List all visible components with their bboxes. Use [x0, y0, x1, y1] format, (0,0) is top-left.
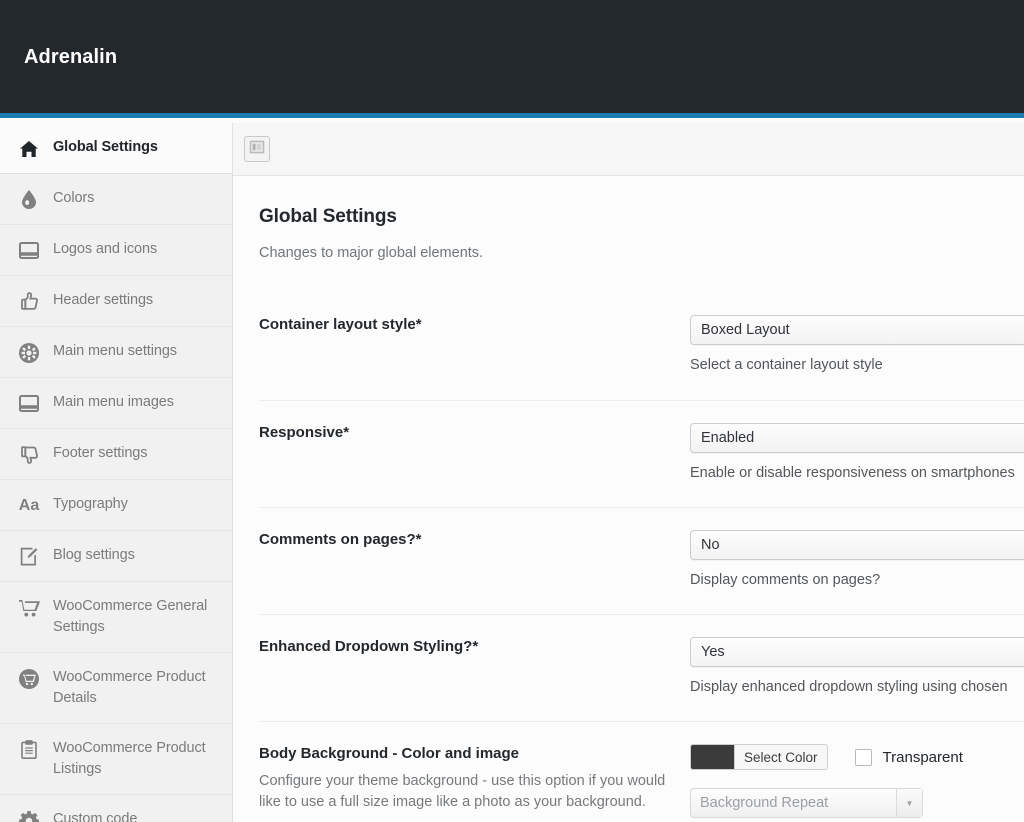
pencil-square-icon: [18, 546, 40, 567]
main-content: Global Settings Changes to major global …: [233, 123, 1024, 822]
field-control-cell: Yes Display enhanced dropdown styling us…: [690, 637, 1024, 697]
color-picker-row: Select Color Transparent: [690, 744, 1024, 770]
field-select[interactable]: Enabled: [690, 423, 1024, 453]
sidebar-item-label: WooCommerce Product Listings: [53, 740, 206, 777]
sidebar-item-woocommerce-general-settings[interactable]: WooCommerce General Settings: [0, 582, 232, 653]
field-label: Comments on pages?*: [259, 531, 422, 548]
field-control-cell: Select Color Transparent Background Repe…: [690, 744, 1024, 818]
sidebar-item-logos-and-icons[interactable]: Logos and icons: [0, 225, 232, 276]
field-label: Enhanced Dropdown Styling?*: [259, 638, 479, 655]
field-label: Container layout style*: [259, 316, 422, 333]
field-help-text: Display comments on pages?: [690, 572, 881, 588]
field-select-value: Enabled: [701, 430, 755, 446]
thumbs-down-icon: [18, 444, 40, 465]
field-label-cell: Responsive*: [259, 423, 690, 483]
sidebar-layout-toggle-button[interactable]: [244, 136, 270, 162]
content-toolbar: [233, 123, 1024, 176]
settings-panel: Global Settings Changes to major global …: [233, 176, 1024, 822]
background-repeat-placeholder: Background Repeat: [700, 795, 829, 811]
sidebar-item-label: Logos and icons: [53, 241, 158, 257]
field-label-cell: Enhanced Dropdown Styling?*: [259, 637, 690, 697]
sidebar-layout-icon: [249, 139, 265, 160]
sidebar-item-global-settings[interactable]: Global Settings: [0, 123, 232, 174]
brand-title: Adrenalin: [24, 46, 118, 68]
select-color-label: Select Color: [744, 749, 818, 765]
field-select[interactable]: No: [690, 530, 1024, 560]
field-label-cell: Container layout style*: [259, 315, 690, 376]
sidebar-item-main-menu-settings[interactable]: Main menu settings: [0, 327, 232, 378]
color-swatch: [691, 745, 735, 769]
field-label: Responsive*: [259, 424, 350, 441]
field-control-cell: Boxed Layout Select a container layout s…: [690, 315, 1024, 376]
chevron-down-icon[interactable]: ▼: [896, 789, 922, 817]
clipboard-icon: [18, 739, 40, 760]
thumbs-up-icon: [18, 291, 40, 312]
field-help-text: Select a container layout style: [690, 357, 883, 373]
field-description: Configure your theme background - use th…: [259, 773, 666, 810]
field-select-value: No: [701, 537, 720, 553]
window-icon: [18, 240, 40, 261]
sidebar-item-woocommerce-product-details[interactable]: WooCommerce Product Details: [0, 653, 232, 724]
select-color-button[interactable]: Select Color: [690, 744, 828, 770]
field-help-text: Display enhanced dropdown styling using …: [690, 679, 1008, 695]
cog-icon: [18, 810, 40, 822]
page-title: Global Settings: [259, 206, 397, 227]
sidebar-item-label: Custom code: [53, 811, 138, 822]
field-control-cell: Enabled Enable or disable responsiveness…: [690, 423, 1024, 483]
field-label-cell: Body Background - Color and image Config…: [259, 744, 690, 818]
gear-circle-icon: [18, 342, 40, 363]
sidebar-item-header-settings[interactable]: Header settings: [0, 276, 232, 327]
sidebar-item-blog-settings[interactable]: Blog settings: [0, 531, 232, 582]
sidebar-item-label: Header settings: [53, 292, 154, 308]
sidebar-item-label: Colors: [53, 190, 95, 206]
home-icon: [18, 138, 40, 159]
sidebar-item-label: WooCommerce General Settings: [53, 598, 208, 635]
settings-row: Comments on pages?* No Display comments …: [259, 507, 1024, 614]
settings-field-list: Container layout style* Boxed Layout Sel…: [259, 293, 1024, 822]
sidebar-item-label: WooCommerce Product Details: [53, 669, 206, 706]
sidebar-item-label: Global Settings: [53, 139, 158, 155]
settings-row: Enhanced Dropdown Styling?* Yes Display …: [259, 614, 1024, 721]
sidebar-item-label: Typography: [53, 496, 128, 512]
sidebar-item-label: Footer settings: [53, 445, 148, 461]
sidebar-item-colors[interactable]: Colors: [0, 174, 232, 225]
sidebar-item-typography[interactable]: Aa Typography: [0, 480, 232, 531]
sidebar-item-main-menu-images[interactable]: Main menu images: [0, 378, 232, 429]
settings-row: Responsive* Enabled Enable or disable re…: [259, 400, 1024, 507]
window-icon: [18, 393, 40, 414]
field-select[interactable]: Boxed Layout: [690, 315, 1024, 345]
transparent-checkbox[interactable]: [854, 748, 872, 766]
shopping-cart-icon: [18, 597, 40, 618]
sidebar-item-label: Main menu images: [53, 394, 174, 410]
droplet-icon: [18, 189, 40, 210]
page-subtitle: Changes to major global elements.: [259, 245, 484, 261]
aa-text-icon: Aa: [18, 496, 40, 514]
sidebar-item-label: Blog settings: [53, 547, 135, 563]
sidebar-item-footer-settings[interactable]: Footer settings: [0, 429, 232, 480]
transparent-checkbox-wrap[interactable]: Transparent: [854, 748, 963, 766]
sidebar-item-woocommerce-product-listings[interactable]: WooCommerce Product Listings: [0, 724, 232, 795]
field-help-text: Enable or disable responsiveness on smar…: [690, 465, 1015, 481]
field-select[interactable]: Yes: [690, 637, 1024, 667]
settings-row: Container layout style* Boxed Layout Sel…: [259, 293, 1024, 400]
field-label: Body Background - Color and image: [259, 745, 520, 762]
sidebar-item-label: Main menu settings: [53, 343, 177, 359]
cart-circle-icon: [18, 668, 40, 689]
background-repeat-select[interactable]: Background Repeat ▼: [690, 788, 923, 818]
sidebar-item-custom-code[interactable]: Custom code: [0, 795, 232, 822]
sidebar-nav: Global Settings Colors Logos and icons Head…: [0, 123, 233, 822]
field-label-cell: Comments on pages?*: [259, 530, 690, 590]
field-select-value: Yes: [701, 644, 725, 660]
top-header-bar: Adrenalin: [0, 0, 1024, 118]
settings-row-body-background: Body Background - Color and image Config…: [259, 721, 1024, 822]
transparent-label: Transparent: [882, 748, 963, 766]
field-control-cell: No Display comments on pages?: [690, 530, 1024, 590]
field-select-value: Boxed Layout: [701, 322, 790, 338]
